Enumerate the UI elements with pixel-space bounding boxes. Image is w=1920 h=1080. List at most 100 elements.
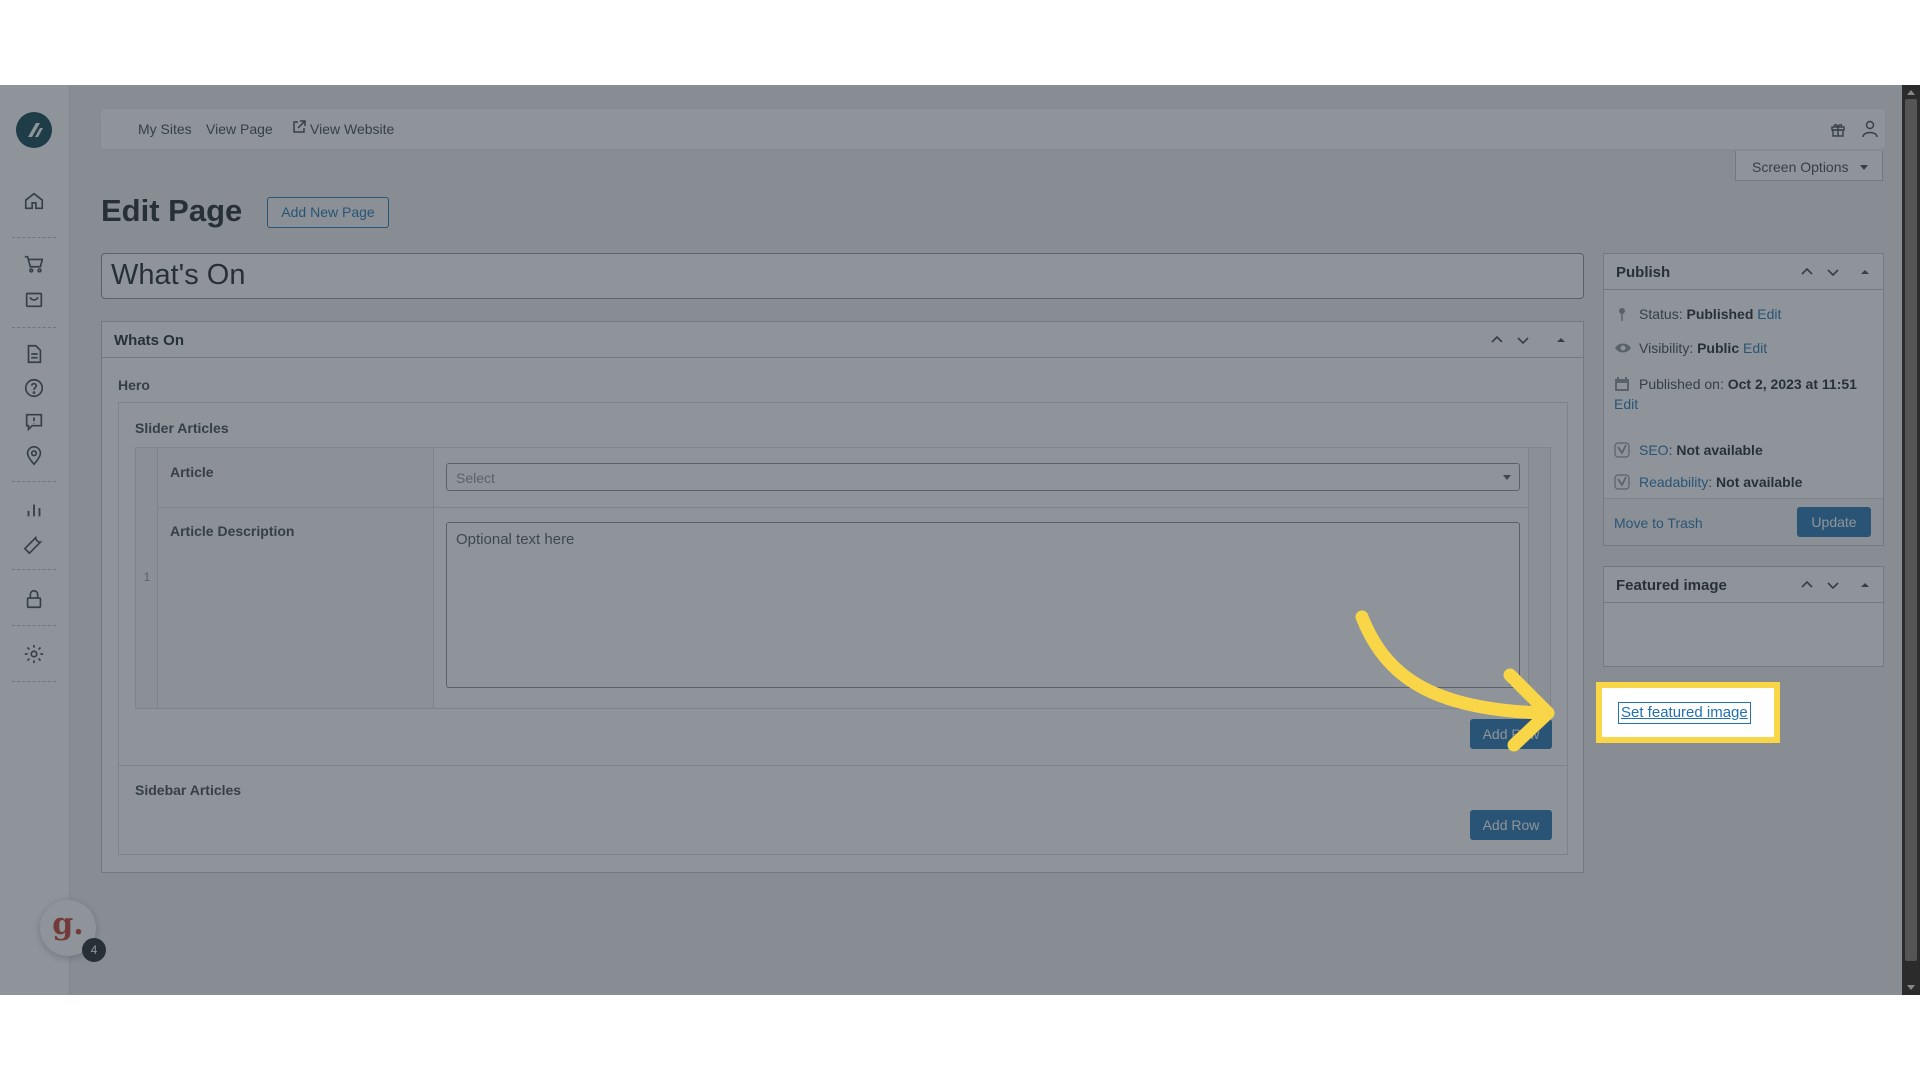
view-page-link[interactable]: View Page xyxy=(206,121,273,137)
cart-icon[interactable] xyxy=(23,253,45,275)
textarea-placeholder: Optional text here xyxy=(456,531,575,548)
metabox-title: Whats On xyxy=(114,332,184,349)
user-icon[interactable] xyxy=(1862,120,1878,138)
hero-label: Hero xyxy=(118,377,150,393)
collapse-toggle-icon[interactable] xyxy=(1857,264,1873,280)
chevron-down-icon[interactable] xyxy=(1515,332,1531,348)
status-row: Status: Published Edit xyxy=(1614,306,1781,322)
chevron-down-icon[interactable] xyxy=(1825,264,1841,280)
scroll-up-icon[interactable] xyxy=(1907,90,1915,95)
edit-status-link[interactable]: Edit xyxy=(1757,306,1781,322)
hero-field-group: Slider Articles 1 Article Article Descri… xyxy=(118,402,1568,855)
publish-title: Publish xyxy=(1616,264,1671,281)
yoast-icon xyxy=(1614,442,1632,458)
rail-divider xyxy=(12,569,56,570)
page-scrollbar[interactable] xyxy=(1902,85,1920,995)
my-sites-link[interactable]: My Sites xyxy=(138,121,192,137)
status-value: Published xyxy=(1686,306,1754,322)
support-avatar[interactable]: g. 4 xyxy=(40,900,106,962)
post-title-input[interactable]: What's On xyxy=(101,253,1584,299)
view-website-link[interactable]: View Website xyxy=(310,121,394,137)
seo-link[interactable]: SEO xyxy=(1639,442,1669,458)
caret-down-icon xyxy=(1860,165,1868,170)
screen-options-button[interactable]: Screen Options xyxy=(1735,151,1883,181)
eye-icon xyxy=(1614,340,1632,356)
edit-visibility-link[interactable]: Edit xyxy=(1743,340,1767,356)
lock-icon[interactable] xyxy=(23,588,45,610)
pin-icon xyxy=(1614,306,1632,322)
screen-options-label: Screen Options xyxy=(1752,159,1849,175)
field-label-column: Article Article Description xyxy=(158,448,434,708)
rail-divider xyxy=(12,481,56,482)
avatar-letter: g. xyxy=(52,907,84,942)
help-icon[interactable] xyxy=(23,377,45,399)
article-label: Article xyxy=(170,464,214,480)
page-title: Edit Page xyxy=(101,193,243,228)
chevron-up-icon[interactable] xyxy=(1799,264,1815,280)
visibility-label: Visibility: xyxy=(1639,340,1694,356)
admin-top-bar: My Sites View Page View Website xyxy=(101,109,1885,149)
page-icon[interactable] xyxy=(23,343,45,365)
published-row: Published on: Oct 2, 2023 at 11:51 Edit xyxy=(1614,374,1876,414)
article-select[interactable]: Select xyxy=(446,463,1520,491)
article-select-value: Select xyxy=(456,470,495,486)
row-drag-handle[interactable]: 1 xyxy=(136,448,158,708)
highlight-box: Set featured image xyxy=(1596,682,1780,743)
bag-icon[interactable] xyxy=(23,288,45,310)
chevron-up-icon[interactable] xyxy=(1489,332,1505,348)
home-icon[interactable] xyxy=(23,190,45,212)
row-index: 1 xyxy=(143,570,151,584)
whats-on-metabox: Whats On Hero Slider Articles 1 Article xyxy=(101,321,1584,873)
readability-link[interactable]: Readability xyxy=(1639,474,1708,490)
chevron-down-icon[interactable] xyxy=(1825,577,1841,593)
move-to-trash-link[interactable]: Move to Trash xyxy=(1614,515,1703,531)
scroll-down-icon[interactable] xyxy=(1907,985,1915,990)
calendar-icon xyxy=(1614,376,1632,392)
sidebar-articles-label: Sidebar Articles xyxy=(135,782,242,798)
rail-divider xyxy=(12,327,56,328)
slider-articles-label: Slider Articles xyxy=(135,420,229,436)
seo-value: Not available xyxy=(1676,442,1763,458)
visibility-value: Public xyxy=(1697,340,1740,356)
rail-divider xyxy=(12,625,56,626)
readability-row: Readability: Not available xyxy=(1614,474,1802,490)
collapse-toggle-icon[interactable] xyxy=(1553,332,1569,348)
article-description-label: Article Description xyxy=(170,523,295,539)
section-divider xyxy=(119,765,1567,766)
gear-icon[interactable] xyxy=(23,643,45,665)
visibility-row: Visibility: Public Edit xyxy=(1614,340,1767,356)
location-icon[interactable] xyxy=(23,445,45,467)
gift-icon[interactable] xyxy=(1830,121,1846,137)
featured-image-metabox: Featured image xyxy=(1603,566,1884,667)
seo-row: SEO: Not available xyxy=(1614,442,1763,458)
update-button[interactable]: Update xyxy=(1797,507,1871,537)
metabox-header: Whats On xyxy=(102,322,1583,358)
article-description-textarea[interactable]: Optional text here xyxy=(446,522,1520,688)
set-featured-image-link[interactable]: Set featured image xyxy=(1618,702,1751,724)
rail-divider xyxy=(12,237,56,238)
featured-image-title: Featured image xyxy=(1616,577,1727,594)
resize-grip-icon[interactable] xyxy=(1509,677,1517,685)
publish-metabox: Publish Status: Published Edit Visibilit… xyxy=(1603,253,1884,546)
collapse-toggle-icon[interactable] xyxy=(1857,577,1873,593)
chart-icon[interactable] xyxy=(23,499,45,521)
site-logo-icon[interactable] xyxy=(16,112,52,148)
readability-value: Not available xyxy=(1716,474,1803,490)
add-new-page-button[interactable]: Add New Page xyxy=(267,197,389,228)
app-frame: g. 4 My Sites View Page View Website Scr… xyxy=(0,85,1920,995)
external-link-icon[interactable] xyxy=(291,119,307,135)
edit-date-link[interactable]: Edit xyxy=(1614,396,1638,412)
add-row-button[interactable]: Add Row xyxy=(1470,719,1552,749)
notification-badge: 4 xyxy=(82,938,106,962)
caret-down-icon xyxy=(1503,475,1511,480)
row-actions-column xyxy=(1528,448,1550,708)
metabox-header: Publish xyxy=(1604,254,1883,290)
icon-sidebar xyxy=(0,85,70,995)
wrench-icon[interactable] xyxy=(23,533,45,555)
comment-icon[interactable] xyxy=(23,411,45,433)
row-divider xyxy=(158,507,434,508)
add-row-button-sidebar[interactable]: Add Row xyxy=(1470,810,1552,840)
rail-divider xyxy=(12,681,56,682)
chevron-up-icon[interactable] xyxy=(1799,577,1815,593)
scroll-thumb[interactable] xyxy=(1905,99,1917,961)
